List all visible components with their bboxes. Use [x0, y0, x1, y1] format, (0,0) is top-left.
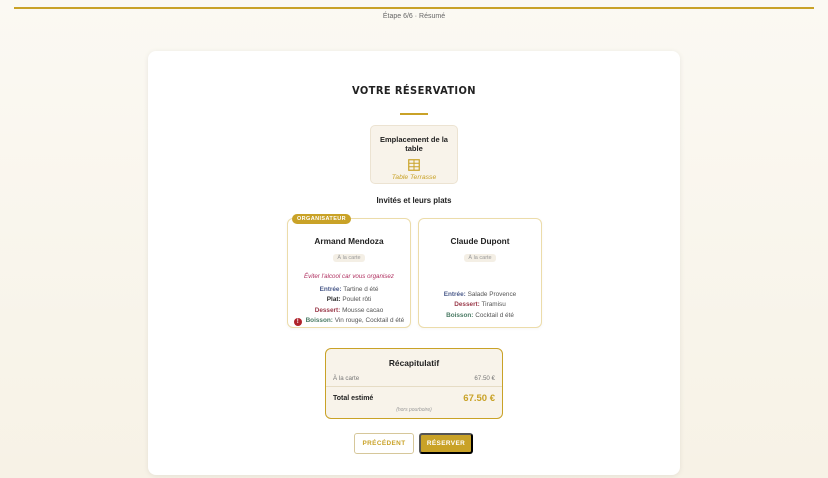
- dish-dessert-value: Mousse cacao: [342, 306, 384, 314]
- menu-mode-chip: À la carte: [333, 254, 365, 262]
- dish-entree-value: Tartine d été: [343, 286, 379, 293]
- menu-mode-chip: À la carte: [464, 254, 496, 262]
- total-label: Total estimé: [333, 395, 374, 402]
- summary-line-label: À la carte: [333, 375, 360, 382]
- warning-icon: !: [293, 318, 302, 327]
- dish-entree-label: Entrée:: [443, 291, 466, 298]
- dish-dessert: Dessert: Mousse cacao: [288, 306, 410, 314]
- dish-plat-value: Poulet rôti: [342, 296, 372, 304]
- summary-line: À la carte 67.50 €: [326, 375, 502, 387]
- table-location-heading: Emplacement de la table: [380, 135, 448, 153]
- dish-dessert-value: Tiramisu: [481, 301, 506, 309]
- dish-entree-value: Salade Provence: [467, 291, 517, 298]
- table-location-box: Emplacement de la table Table Terrasse: [370, 125, 458, 184]
- summary-line-value: 67.50 €: [474, 375, 495, 382]
- summary-note: (hors pourboire): [396, 407, 432, 413]
- dish-entree: Entrée: Salade Provence: [419, 291, 541, 298]
- guest-card: Claude Dupont À la carte Entrée: Salade …: [418, 218, 542, 328]
- progress-bar: [14, 7, 814, 9]
- summary-total: Total estimé 67.50 €: [326, 393, 502, 404]
- dish-dessert: Dessert: Tiramisu: [419, 302, 541, 308]
- organizer-badge: ORGANISATEUR: [292, 214, 352, 224]
- dish-boisson-label: Boisson:: [446, 311, 474, 319]
- guest-card-organizer: ORGANISATEUR Armand Mendoza À la carte É…: [287, 214, 411, 328]
- guests-heading: Invités et leurs plats: [376, 196, 452, 205]
- dish-dessert-label: Dessert:: [454, 301, 480, 309]
- total-value: 67.50 €: [463, 393, 495, 404]
- summary-box: Récapitulatif À la carte 67.50 € Total e…: [325, 348, 503, 419]
- guest-note: Éviter l'alcool car vous organisez: [304, 273, 394, 280]
- reservation-card: VOTRE RÉSERVATION Emplacement de la tabl…: [148, 51, 680, 475]
- dish-plat-label: Plat:: [326, 296, 341, 304]
- dish-dessert-label: Dessert:: [314, 306, 341, 314]
- dish-boisson-label: Boisson:: [305, 317, 333, 325]
- previous-button[interactable]: PRÉCÉDENT: [354, 433, 414, 454]
- guest-name: Claude Dupont: [450, 236, 510, 246]
- guest-name: Armand Mendoza: [314, 236, 384, 246]
- summary-title: Récapitulatif: [388, 358, 440, 368]
- title-divider: [400, 113, 428, 115]
- dish-entree-label: Entrée:: [319, 286, 342, 293]
- dish-boisson-value: Vin rouge, Cocktail d été: [334, 317, 405, 325]
- table-location-value: Table Terrasse: [391, 174, 437, 181]
- page-title: VOTRE RÉSERVATION: [352, 84, 476, 97]
- step-label: Étape 6/6 · Résumé: [382, 13, 446, 20]
- dish-plat: Plat: Poulet rôti: [288, 297, 410, 303]
- progress-fill: [14, 7, 814, 9]
- dish-boisson-value: Cocktail d été: [475, 311, 514, 319]
- book-button[interactable]: RÉSERVER: [419, 433, 473, 454]
- dish-entree: Entrée: Tartine d été: [288, 286, 410, 293]
- dish-boisson: ! Boisson: Vin rouge, Cocktail d été: [288, 317, 410, 327]
- table-grid-icon: [371, 158, 457, 171]
- dish-boisson: Boisson: Cocktail d été: [419, 311, 541, 319]
